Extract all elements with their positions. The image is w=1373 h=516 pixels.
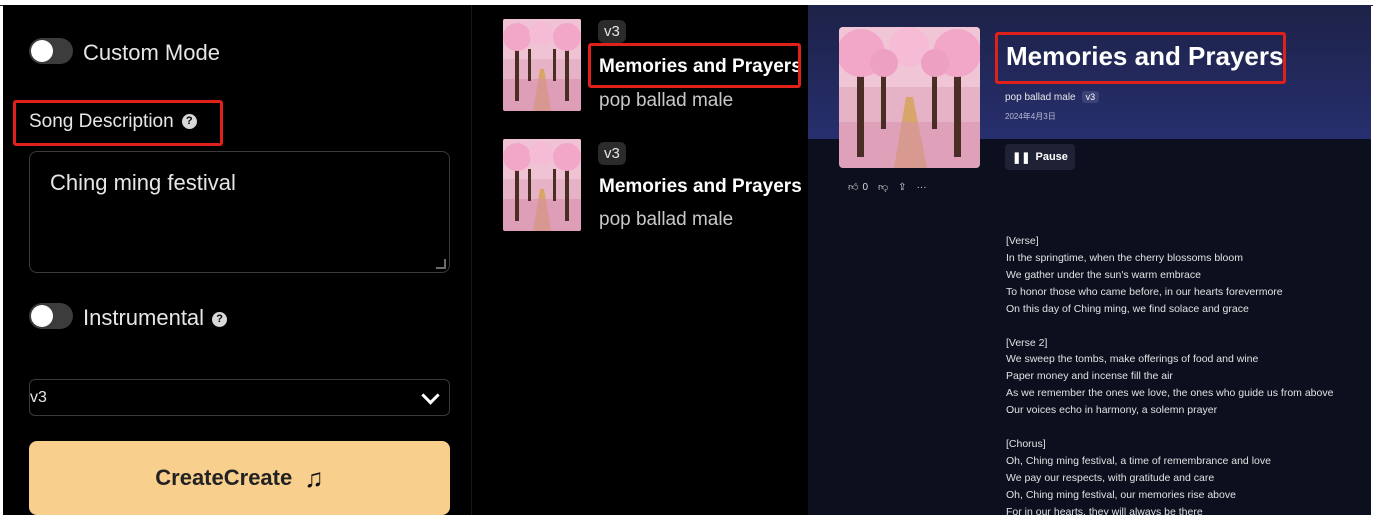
detail-style: pop ballad male: [1005, 92, 1076, 103]
music-note-icon: ♫: [304, 462, 324, 493]
like-button[interactable]: 👍︎ 0: [848, 181, 869, 194]
highlight-box-detail-title: [995, 32, 1286, 84]
cherry-blossom-art: [503, 139, 581, 231]
lyrics-line: Oh, Ching ming festival, a time of remem…: [1006, 454, 1271, 467]
song-title[interactable]: Memories and Prayers: [599, 176, 802, 198]
chevron-down-icon: [421, 386, 440, 405]
lyrics-line: In the springtime, when the cherry bloss…: [1006, 251, 1243, 264]
song-description-value: Ching ming festival: [50, 170, 236, 195]
resize-handle[interactable]: [436, 259, 446, 269]
action-bar: 👍︎ 0 👎︎ ⇪ ···: [848, 181, 927, 194]
lyrics-line: We pay our respects, with gratitude and …: [1006, 471, 1215, 484]
lyrics-line: We gather under the sun's warm embrace: [1006, 268, 1201, 281]
more-button[interactable]: ···: [917, 182, 927, 193]
lyrics-line: As we remember the ones we love, the one…: [1006, 387, 1334, 400]
version-select-value: v3: [30, 389, 47, 406]
custom-mode-label: Custom Mode: [83, 40, 220, 65]
lyrics-line: [Verse]: [1006, 235, 1039, 247]
create-panel: Custom Mode Song Description? Ching ming…: [3, 5, 471, 515]
create-button[interactable]: CreateCreate ♫: [29, 441, 450, 515]
cherry-blossom-thumbnail: [503, 139, 581, 231]
instrumental-label: Instrumental: [83, 305, 205, 330]
pause-icon: ❚❚: [1012, 151, 1031, 164]
thumbs-up-icon: 👍︎: [848, 182, 859, 193]
song-style: pop ballad male: [599, 209, 734, 230]
detail-style-row: pop ballad male v3: [1005, 91, 1100, 103]
thumbs-down-icon: 👎︎: [878, 182, 889, 193]
pause-label: Pause: [1035, 151, 1068, 163]
lyrics-text: [Verse] In the springtime, when the cherr…: [1006, 233, 1366, 515]
lyrics-line: [Verse 2]: [1006, 336, 1048, 349]
song-style: pop ballad male: [599, 90, 734, 111]
lyrics-line: For in our hearts, they will always be t…: [1006, 505, 1203, 515]
instrumental-toggle[interactable]: [29, 303, 73, 329]
version-badge: v3: [598, 142, 626, 165]
like-count: 0: [862, 181, 869, 193]
toggle-knob: [31, 305, 53, 327]
cover-art: [839, 27, 980, 168]
toggle-knob: [31, 40, 53, 62]
app-window: Custom Mode Song Description? Ching ming…: [3, 5, 1371, 515]
cherry-blossom-art: [503, 19, 581, 111]
cherry-blossom-thumbnail: [503, 19, 581, 111]
lyrics-line: Oh, Ching ming festival, our memories ri…: [1006, 488, 1236, 501]
lyrics-line: We sweep the tombs, make offerings of fo…: [1006, 353, 1259, 366]
detail-version-badge: v3: [1081, 91, 1100, 103]
highlight-box-list-title: [588, 43, 801, 88]
song-detail-panel: Memories and Prayers pop ballad male v3 2…: [808, 5, 1371, 515]
share-button[interactable]: ⇪: [898, 182, 906, 193]
dislike-button[interactable]: 👎︎: [878, 181, 888, 193]
lyrics-line: Paper money and incense fill the air: [1006, 370, 1173, 383]
pause-button[interactable]: ❚❚ Pause: [1005, 144, 1075, 170]
share-icon: ⇪: [898, 181, 907, 193]
lyrics-gap: [1006, 419, 1366, 436]
create-label: CreateCreate: [155, 465, 293, 490]
instrumental-heading: Instrumental?: [83, 305, 228, 331]
lyrics-gap: [1006, 318, 1366, 335]
custom-mode-toggle[interactable]: [29, 38, 73, 64]
song-description-input[interactable]: Ching ming festival: [29, 151, 450, 273]
lyrics-line: [Chorus]: [1006, 438, 1046, 451]
lyrics-line: To honor those who came before, in our h…: [1006, 285, 1283, 298]
version-select[interactable]: v3: [29, 379, 450, 416]
lyrics-line: Our voices echo in harmony, a solemn pra…: [1006, 404, 1218, 417]
detail-date: 2024年4月3日: [1005, 112, 1056, 121]
song-list: v3 Memories and Prayers pop ballad male: [471, 5, 809, 515]
more-icon: ···: [916, 181, 927, 193]
question-icon[interactable]: ?: [212, 311, 228, 327]
lyrics-line: On this day of Ching ming, we find solac…: [1006, 302, 1249, 315]
version-badge: v3: [598, 20, 626, 43]
highlight-box-description: [13, 100, 223, 146]
cherry-blossom-art: [839, 27, 980, 168]
